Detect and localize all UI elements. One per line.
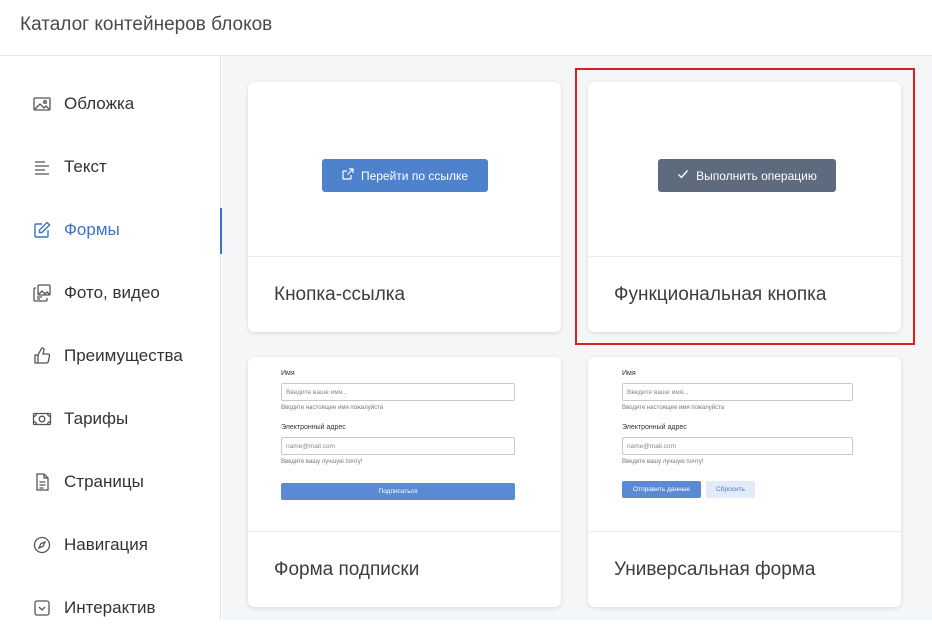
card-title: Универсальная форма bbox=[614, 559, 816, 580]
document-icon bbox=[32, 472, 52, 492]
link-button-label: Перейти по ссылке bbox=[360, 168, 469, 183]
sidebar-item-label: Страницы bbox=[64, 472, 144, 491]
sidebar-item-tariffs[interactable]: Тарифы bbox=[0, 399, 221, 439]
external-link-icon bbox=[342, 168, 354, 183]
name-input[interactable]: Введите ваше имя... bbox=[281, 383, 515, 401]
sidebar-item-interactive[interactable]: Интерактив bbox=[0, 588, 221, 628]
card-preview: Имя Введите ваше имя... Вводите настояще… bbox=[588, 357, 901, 532]
sidebar: Обложка Текст Формы Фото, видео Преимуще… bbox=[0, 56, 222, 620]
sidebar-item-advantages[interactable]: Преимущества bbox=[0, 336, 221, 376]
sidebar-item-label: Обложка bbox=[64, 94, 135, 113]
card-link-button[interactable]: Перейти по ссылке Кнопка-ссылка bbox=[248, 82, 561, 332]
functional-button-preview[interactable]: Выполнить операцию bbox=[658, 159, 836, 192]
email-label: Электронный адрес bbox=[281, 424, 346, 431]
email-hint: Введите вашу лучшую почту! bbox=[281, 459, 363, 465]
card-functional-button[interactable]: Выполнить операцию Функциональная кнопка bbox=[588, 82, 901, 332]
link-button-preview[interactable]: Перейти по ссылке bbox=[322, 159, 488, 192]
card-preview: Перейти по ссылке bbox=[248, 82, 561, 257]
name-label: Имя bbox=[281, 370, 295, 377]
email-input[interactable]: name@mail.com bbox=[281, 437, 515, 455]
page-title: Каталог контейнеров блоков bbox=[20, 14, 273, 35]
name-hint: Вводите настоящее имя пожалуйста bbox=[281, 405, 384, 411]
sidebar-item-navigation[interactable]: Навигация bbox=[0, 525, 221, 565]
header: Каталог контейнеров блоков bbox=[0, 0, 932, 56]
name-input[interactable]: Введите ваше имя... bbox=[622, 383, 853, 401]
email-label: Электронный адрес bbox=[622, 424, 687, 431]
card-universal-form[interactable]: Имя Введите ваше имя... Вводите настояще… bbox=[588, 357, 901, 607]
catalog-grid: Перейти по ссылке Кнопка-ссылка Выполнит… bbox=[222, 56, 932, 620]
card-preview: Имя Введите ваше имя... Вводите настояще… bbox=[248, 357, 561, 532]
banknote-icon bbox=[32, 409, 52, 429]
name-hint: Вводите настоящее имя пожалуйста bbox=[622, 405, 725, 411]
sidebar-item-label: Интерактив bbox=[64, 598, 156, 617]
gallery-icon bbox=[32, 283, 52, 303]
sidebar-item-label: Текст bbox=[64, 157, 107, 176]
sidebar-item-label: Преимущества bbox=[64, 346, 183, 365]
sidebar-item-label: Навигация bbox=[64, 535, 148, 554]
send-data-button[interactable]: Отправить данные bbox=[622, 481, 701, 498]
functional-button-label: Выполнить операцию bbox=[696, 168, 817, 183]
card-title: Форма подписки bbox=[274, 559, 420, 580]
subscribe-button[interactable]: Подписаться bbox=[281, 483, 515, 500]
checkbox-icon bbox=[32, 598, 52, 618]
card-title: Кнопка-ссылка bbox=[274, 284, 406, 305]
email-input[interactable]: name@mail.com bbox=[622, 437, 853, 455]
edit-form-icon bbox=[32, 220, 52, 240]
sidebar-item-label: Тарифы bbox=[64, 409, 129, 428]
email-hint: Введите вашу лучшую почту! bbox=[622, 459, 704, 465]
name-label: Имя bbox=[622, 370, 636, 377]
text-lines-icon bbox=[32, 157, 52, 177]
reset-button[interactable]: Сбросить bbox=[706, 481, 755, 498]
sidebar-item-text[interactable]: Текст bbox=[0, 147, 221, 187]
sidebar-item-cover[interactable]: Обложка bbox=[0, 84, 221, 124]
card-title: Функциональная кнопка bbox=[614, 284, 827, 305]
card-preview: Выполнить операцию bbox=[588, 82, 901, 257]
sidebar-item-label: Формы bbox=[64, 220, 120, 239]
image-icon bbox=[32, 94, 52, 114]
check-icon bbox=[677, 168, 689, 183]
sidebar-item-pages[interactable]: Страницы bbox=[0, 462, 221, 502]
thumbs-up-icon bbox=[32, 346, 52, 366]
compass-icon bbox=[32, 535, 52, 555]
card-subscription-form[interactable]: Имя Введите ваше имя... Вводите настояще… bbox=[248, 357, 561, 607]
sidebar-item-forms[interactable]: Формы bbox=[0, 208, 222, 254]
subscription-form-preview: Имя Введите ваше имя... Вводите настояще… bbox=[281, 370, 521, 520]
sidebar-item-photo-video[interactable]: Фото, видео bbox=[0, 273, 221, 313]
universal-form-preview: Имя Введите ваше имя... Вводите настояще… bbox=[622, 370, 862, 520]
sidebar-item-label: Фото, видео bbox=[64, 283, 160, 302]
